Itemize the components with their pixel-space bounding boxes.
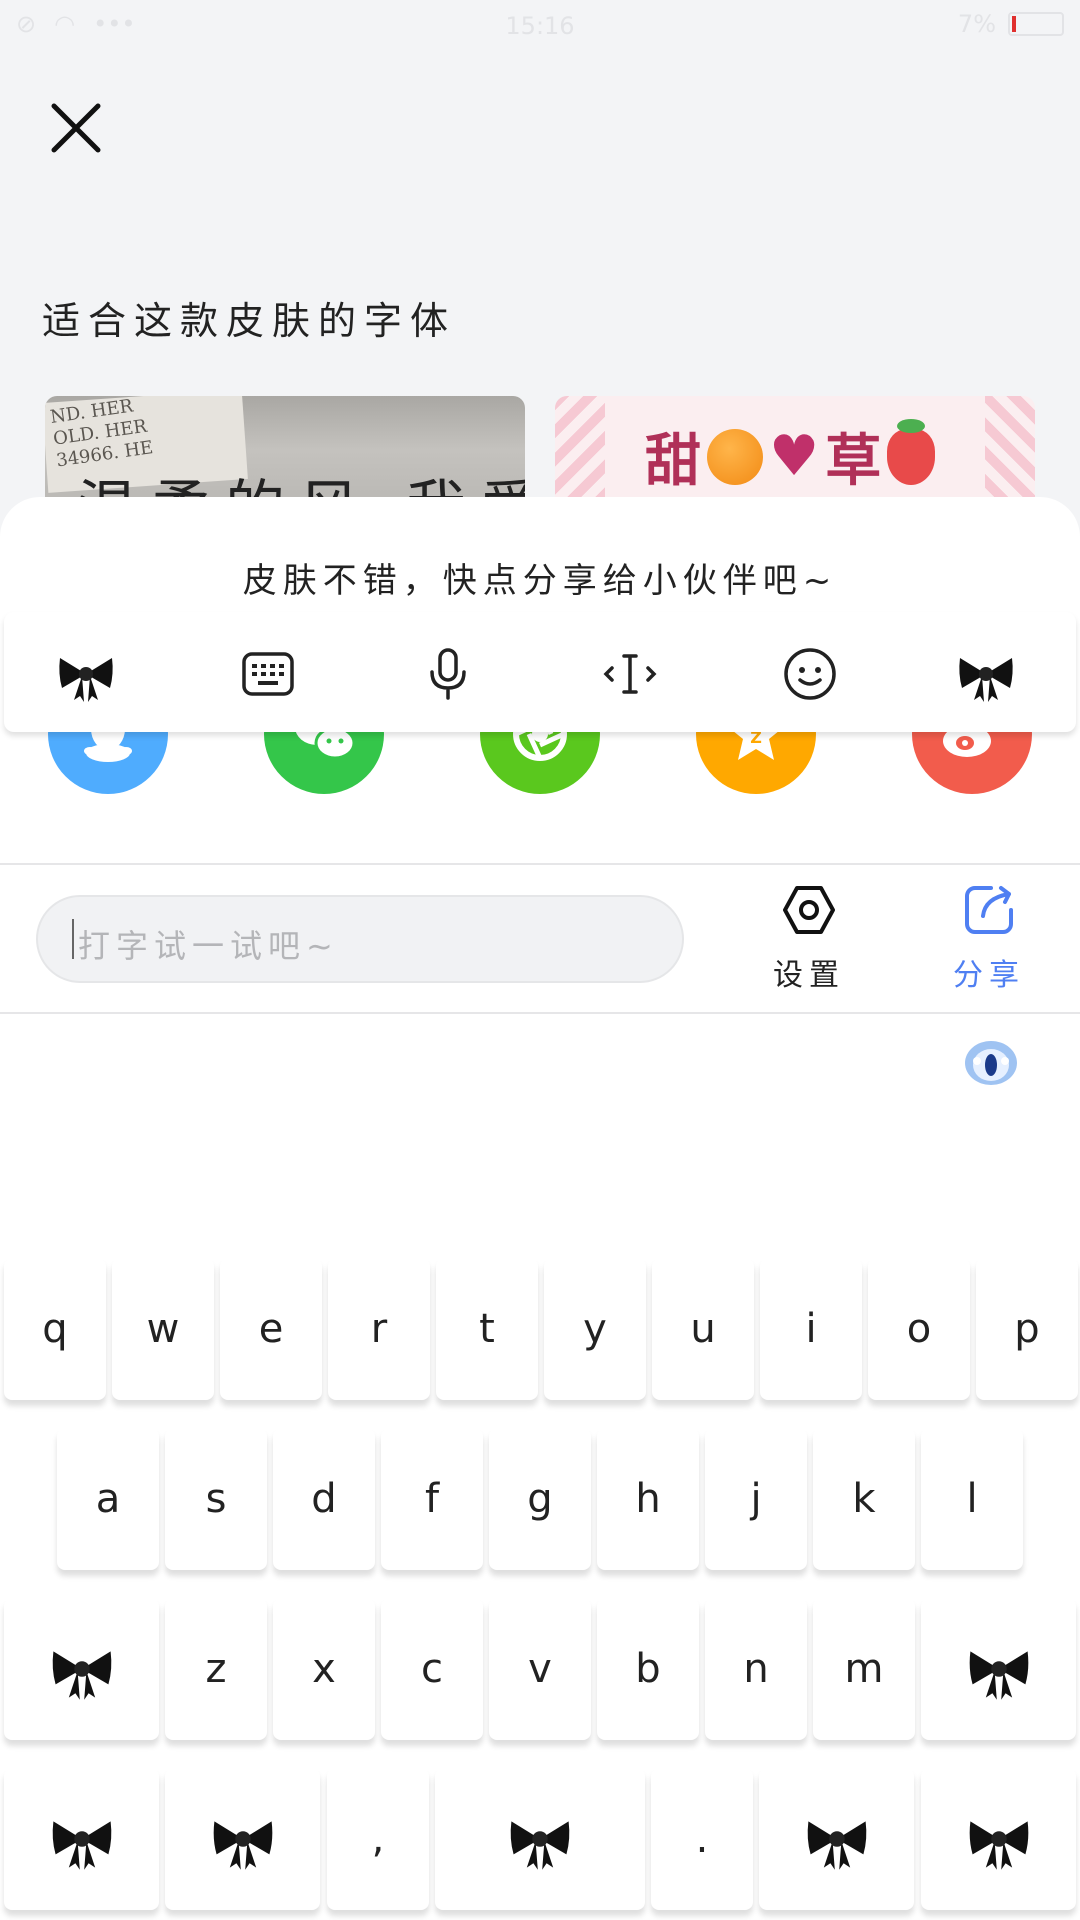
bow-icon <box>213 1821 272 1870</box>
microphone-icon <box>430 648 466 700</box>
share-button[interactable]: 分享 <box>919 882 1059 994</box>
key-period[interactable]: . <box>651 1768 753 1910</box>
battery-percent: 7% <box>957 10 996 38</box>
bow-icon <box>52 1651 111 1700</box>
orange-icon <box>707 428 763 485</box>
clock: 15:16 <box>505 12 575 40</box>
key-comma[interactable]: , <box>327 1768 429 1910</box>
mascot-icon[interactable] <box>963 1033 1019 1089</box>
bow-icon <box>959 658 1013 702</box>
bow-icon <box>510 1821 570 1870</box>
key-c[interactable]: c <box>381 1598 483 1740</box>
status-icons-right: 7% <box>958 10 1064 38</box>
keyboard-icon <box>242 652 294 696</box>
key-z[interactable]: z <box>165 1598 267 1740</box>
key-r[interactable]: r <box>328 1258 430 1400</box>
text-caret <box>72 919 74 959</box>
bow-key[interactable] <box>921 1598 1076 1740</box>
key-l[interactable]: l <box>921 1428 1023 1570</box>
status-bar: ⊘ ◠ ••• 15:16 7% <box>0 0 1080 52</box>
close-button[interactable] <box>40 92 112 164</box>
key-m[interactable]: m <box>813 1598 915 1740</box>
strawberry-icon <box>887 418 936 485</box>
bow-decoration[interactable] <box>954 642 1018 706</box>
key-o[interactable]: o <box>868 1258 970 1400</box>
key-g[interactable]: g <box>489 1428 591 1570</box>
key-q[interactable]: q <box>4 1258 106 1400</box>
key-t[interactable]: t <box>436 1258 538 1400</box>
voice-input-button[interactable] <box>416 642 480 706</box>
key-h[interactable]: h <box>597 1428 699 1570</box>
key-n[interactable]: n <box>705 1598 807 1740</box>
heart-icon: ♥ <box>769 424 820 489</box>
close-icon <box>51 103 101 153</box>
emoji-button[interactable] <box>778 642 842 706</box>
key-y[interactable]: y <box>544 1258 646 1400</box>
key-s[interactable]: s <box>165 1428 267 1570</box>
hexagon-settings-icon <box>783 886 835 934</box>
bow-key[interactable] <box>759 1768 914 1910</box>
preview-char: 草 <box>825 429 882 494</box>
settings-label: 设置 <box>773 958 845 993</box>
preview-char: 甜 <box>645 429 701 494</box>
share-hint: 皮肤不错，快点分享给小伙伴吧~ <box>242 561 838 601</box>
bow-key[interactable] <box>921 1768 1076 1910</box>
bow-key[interactable] <box>4 1598 159 1740</box>
try-typing-input[interactable]: 打字试一试吧~ <box>36 895 684 983</box>
input-placeholder: 打字试一试吧~ <box>78 927 339 965</box>
key-x[interactable]: x <box>273 1598 375 1740</box>
bow-key[interactable] <box>165 1768 320 1910</box>
key-e[interactable]: e <box>220 1258 322 1400</box>
key-j[interactable]: j <box>705 1428 807 1570</box>
battery-icon <box>1008 12 1064 36</box>
bow-icon <box>969 1651 1028 1700</box>
smiley-icon <box>784 648 836 700</box>
key-i[interactable]: i <box>760 1258 862 1400</box>
divider <box>0 1012 1080 1014</box>
bow-decoration[interactable] <box>54 642 118 706</box>
cursor-move-button[interactable] <box>598 642 662 706</box>
key-a[interactable]: a <box>57 1428 159 1570</box>
divider <box>0 863 1080 865</box>
key-p[interactable]: p <box>976 1258 1078 1400</box>
font-preview-text: 甜 ♥ 草 <box>645 416 936 497</box>
bow-icon <box>52 1821 111 1870</box>
key-b[interactable]: b <box>597 1598 699 1740</box>
keyboard-switch-button[interactable] <box>236 642 300 706</box>
key-v[interactable]: v <box>489 1598 591 1740</box>
key-d[interactable]: d <box>273 1428 375 1570</box>
share-label: 分享 <box>953 958 1025 993</box>
key-u[interactable]: u <box>652 1258 754 1400</box>
section-title: 适合这款皮肤的字体 <box>42 299 457 343</box>
key-f[interactable]: f <box>381 1428 483 1570</box>
key-w[interactable]: w <box>112 1258 214 1400</box>
settings-button[interactable]: 设置 <box>739 882 879 994</box>
bow-icon <box>807 1821 866 1870</box>
bow-icon <box>59 658 113 702</box>
keyboard-toolbar <box>4 612 1076 732</box>
share-icon <box>965 886 1013 934</box>
bow-key[interactable] <box>4 1768 159 1910</box>
space-bow-key[interactable] <box>435 1768 645 1910</box>
bow-icon <box>969 1821 1028 1870</box>
key-k[interactable]: k <box>813 1428 915 1570</box>
text-cursor-icon <box>603 654 657 694</box>
